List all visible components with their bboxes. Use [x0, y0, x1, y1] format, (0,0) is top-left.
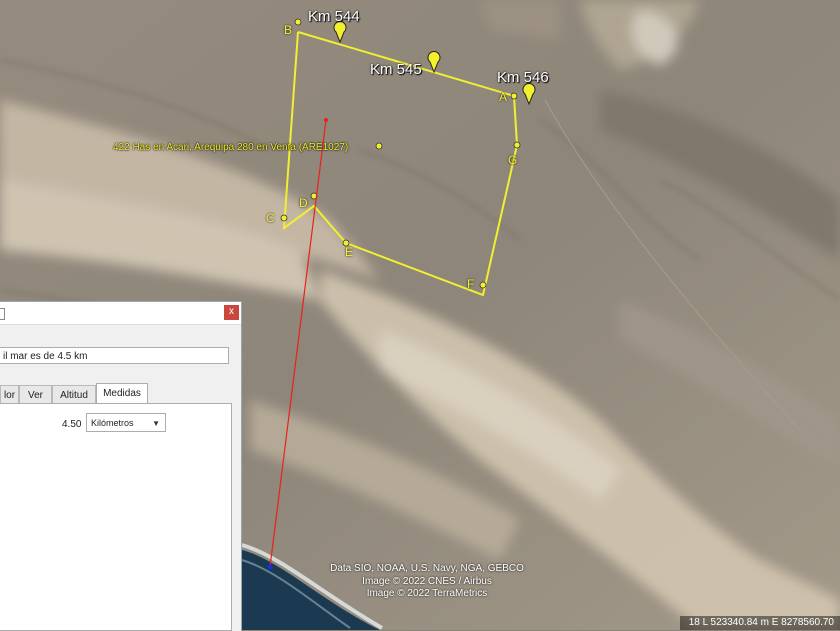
km-marker-label-544: Km 544 [308, 8, 360, 25]
tab-color[interactable]: lor [0, 385, 19, 404]
point-pin-g[interactable] [513, 141, 521, 149]
point-pin-f[interactable] [479, 281, 487, 289]
dialog-title-icon [0, 308, 5, 320]
dialog-title-bar[interactable]: x [0, 302, 241, 325]
point-pin-b[interactable] [294, 18, 302, 26]
point-label-f: F [467, 277, 475, 291]
point-label-d: D [299, 196, 308, 210]
attribution-line-3: Image © 2022 TerraMetrics [366, 588, 488, 599]
tab-ver[interactable]: Ver [19, 385, 52, 404]
unit-select[interactable]: Kilómetros ▼ [86, 413, 166, 432]
point-label-e: E [345, 245, 354, 259]
measure-value: 4.50 [62, 419, 82, 430]
point-pin-c[interactable] [280, 214, 288, 222]
unit-select-value: Kilómetros [91, 418, 134, 428]
point-label-a: A [499, 90, 508, 104]
point-pin-a[interactable] [510, 92, 518, 100]
coordinates-readout: 18 L 523340.84 m E 8278560.70 [680, 616, 840, 630]
point-label-c: C [266, 211, 275, 225]
tab-altitud[interactable]: Altitud [52, 385, 96, 404]
point-label-b: B [284, 23, 293, 37]
tab-medidas[interactable]: Medidas [96, 383, 148, 404]
km-marker-label-545: Km 545 [370, 61, 422, 78]
ruler-start-point[interactable] [324, 118, 328, 122]
attribution-line-2: Image © 2022 CNES / Airbus [362, 576, 492, 587]
chevron-down-icon: ▼ [152, 419, 160, 428]
measurements-panel: 4.50 Kilómetros ▼ [0, 403, 232, 631]
poi-label: 422 Has en Acari, Arequipa 280 en Venta … [113, 142, 349, 153]
ruler-end-point[interactable] [267, 564, 273, 570]
close-button[interactable]: x [224, 305, 239, 320]
name-field[interactable]: il mar es de 4.5 km [0, 347, 229, 364]
poi-pin[interactable] [375, 142, 383, 150]
attribution-line-1: Data SIO, NOAA, U.S. Navy, NGA, GEBCO [330, 563, 524, 574]
properties-dialog: x il mar es de 4.5 km lor Ver Altitud Me… [0, 301, 242, 631]
km-marker-label-546: Km 546 [497, 69, 549, 86]
point-label-g: G [508, 153, 518, 167]
